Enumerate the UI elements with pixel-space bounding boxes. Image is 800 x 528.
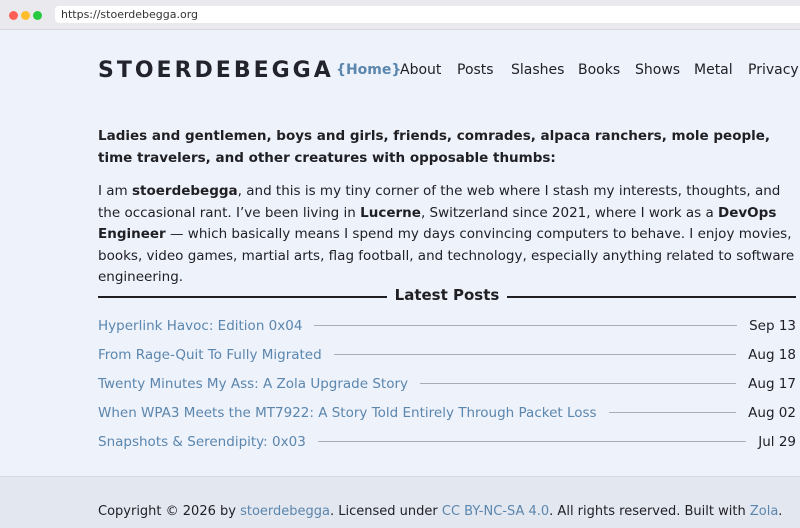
footer-zola-link[interactable]: Zola [750,504,778,519]
browser-chrome: https://stoerdebegga.org [0,0,800,30]
latest-posts-heading: Latest Posts [98,286,796,306]
nav-about[interactable]: About [400,62,441,78]
post-title[interactable]: Snapshots & Serendipity: 0x03 [98,434,306,450]
post-title[interactable]: Twenty Minutes My Ass: A Zola Upgrade St… [98,376,408,392]
footer-text-2: . Licensed under [330,504,442,519]
intro-text-1: I am [98,183,132,199]
post-divider [314,325,738,326]
nav-home[interactable]: {Home} [336,62,401,78]
post-date: Aug 18 [748,346,796,363]
footer-license-link[interactable]: CC BY-NC-SA 4.0 [442,504,549,519]
latest-posts-title: Latest Posts [386,286,508,304]
footer-text-3: . All rights reserved. Built with [549,504,750,519]
nav-slashes[interactable]: Slashes [511,62,564,78]
minimize-window-icon[interactable] [21,11,30,20]
post-date: Sep 13 [749,317,796,334]
post-divider [317,441,747,442]
nav-books[interactable]: Books [578,62,620,78]
intro-name: stoerdebegga [132,183,238,199]
intro-lead: Ladies and gentlemen, boys and girls, fr… [98,128,771,166]
post-divider [608,412,737,413]
nav-privacy[interactable]: Privacy [748,62,799,78]
intro-text-3: , Switzerland since 2021, where I work a… [420,204,719,221]
maximize-window-icon[interactable] [33,11,42,20]
site-footer: Copyright © 2026 by stoerdebegga. Licens… [0,476,800,528]
post-item[interactable]: Hyperlink Havoc: Edition 0x04 Sep 13 [98,311,796,340]
nav-shows[interactable]: Shows [635,62,680,78]
footer-text-4: . [778,504,783,519]
address-bar[interactable]: https://stoerdebegga.org [55,6,800,23]
intro-section: Ladies and gentlemen, boys and girls, fr… [98,126,798,289]
post-date: Aug 17 [748,375,796,392]
intro-body: I am stoerdebegga, and this is my tiny c… [98,181,798,289]
post-item[interactable]: Twenty Minutes My Ass: A Zola Upgrade St… [98,369,796,398]
footer-text-1: Copyright © 2026 by [98,504,241,519]
post-title[interactable]: When WPA3 Meets the MT7922: A Story Told… [98,405,597,421]
post-divider [420,383,737,384]
main-nav: {Home} About Posts Slashes Books Shows M… [0,62,800,82]
post-date: Jul 29 [758,433,796,450]
post-item[interactable]: From Rage-Quit To Fully Migrated Aug 18 [98,340,796,369]
post-item[interactable]: Snapshots & Serendipity: 0x03 Jul 29 [98,427,796,456]
post-title[interactable]: From Rage-Quit To Fully Migrated [98,347,322,363]
footer-text: Copyright © 2026 by stoerdebegga. Licens… [98,504,782,519]
nav-metal[interactable]: Metal [694,62,733,78]
nav-posts[interactable]: Posts [457,62,494,78]
intro-city: Lucerne [360,204,421,221]
post-list: Hyperlink Havoc: Edition 0x04 Sep 13 Fro… [98,311,796,456]
intro-text-4: — which basically means I spend my days … [98,226,795,285]
post-date: Aug 02 [748,404,796,421]
close-window-icon[interactable] [9,11,18,20]
post-title[interactable]: Hyperlink Havoc: Edition 0x04 [98,318,302,334]
post-item[interactable]: When WPA3 Meets the MT7922: A Story Told… [98,398,796,427]
post-divider [333,354,737,355]
footer-author-link[interactable]: stoerdebegga [240,504,330,519]
